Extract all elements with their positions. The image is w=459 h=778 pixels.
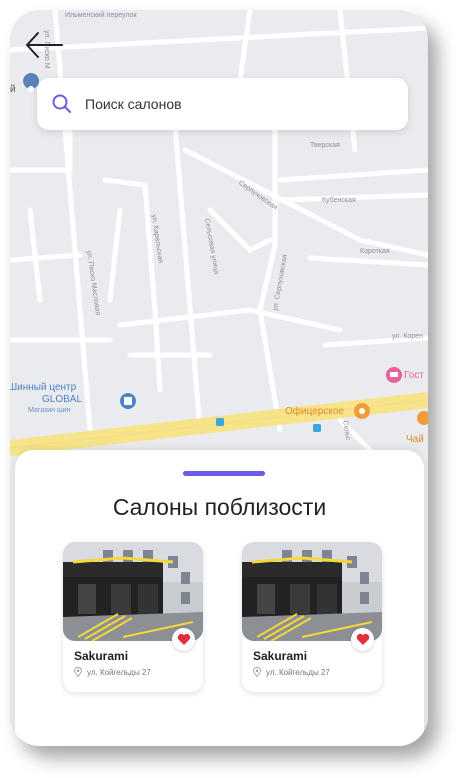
street-label: Кубенская: [322, 197, 356, 204]
search-input[interactable]: Поиск салонов: [85, 96, 182, 112]
location-pin-icon: [253, 667, 261, 677]
salon-address: ул. Койгельды 27: [74, 667, 151, 677]
poi-label: Гост: [404, 370, 424, 381]
poi-label: Офицерское: [285, 406, 344, 417]
arrow-left-icon: [26, 32, 63, 58]
favorite-button[interactable]: [351, 628, 374, 651]
street-label: Ильменский переулок: [65, 12, 137, 19]
sheet-title: Салоны поблизости: [112, 494, 327, 520]
phone-frame: Ильменский переулок Тверская Кубенская С…: [10, 10, 428, 746]
salon-card[interactable]: Sakurami ул. Койгельды 27: [242, 542, 382, 692]
sheet-drag-handle[interactable]: [183, 471, 265, 476]
search-icon: [52, 94, 71, 113]
street-label: ул. Корен: [392, 333, 423, 340]
salon-address-text: ул. Койгельды 27: [87, 667, 151, 677]
poi-label: й: [10, 84, 16, 95]
heart-icon: [356, 633, 369, 645]
salon-photo: [242, 542, 382, 641]
salon-photo: [63, 542, 203, 641]
salon-card[interactable]: Sakurami ул. Койгельды 27: [63, 542, 203, 692]
nearby-salons-sheet: Салоны поблизости Sakurami ул. Койгельды…: [15, 450, 424, 746]
salon-name: Sakurami: [74, 649, 129, 663]
search-bar[interactable]: Поиск салонов: [37, 78, 408, 130]
salon-address-text: ул. Койгельды 27: [266, 667, 330, 677]
salon-name: Sakurami: [253, 649, 308, 663]
street-label: Тверская: [310, 142, 340, 149]
poi-label: GLOBAL: [42, 394, 83, 405]
salon-address: ул. Койгельды 27: [253, 667, 330, 677]
street-label: Короткая: [360, 248, 390, 255]
back-button[interactable]: [24, 30, 64, 60]
favorite-button[interactable]: [172, 628, 195, 651]
heart-icon: [177, 633, 190, 645]
poi-label: Чай: [406, 434, 424, 445]
poi-label: Магазин шин: [28, 407, 71, 414]
poi-label: Шинный центр: [10, 382, 77, 393]
location-pin-icon: [74, 667, 82, 677]
